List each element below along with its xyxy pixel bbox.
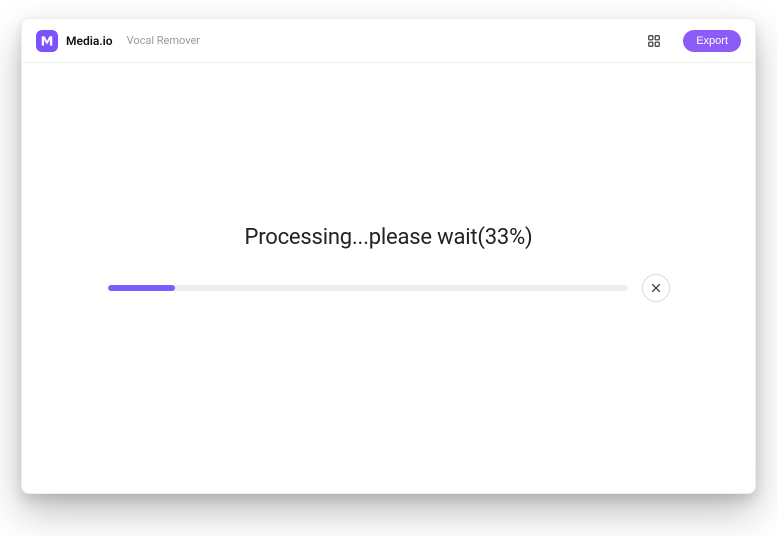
- page-subtitle: Vocal Remover: [127, 34, 200, 47]
- status-suffix: %): [509, 225, 532, 250]
- app-logo: [36, 30, 58, 52]
- status-prefix: Processing...please wait(: [245, 225, 485, 250]
- export-button[interactable]: Export: [683, 30, 741, 52]
- close-icon: [650, 282, 662, 294]
- progress-bar: [108, 285, 628, 291]
- progress-row: [108, 274, 670, 302]
- app-name: Media.io: [66, 34, 113, 48]
- main-area: Processing...please wait(33%): [22, 63, 755, 493]
- apps-grid-button[interactable]: [643, 30, 665, 52]
- progress-fill: [108, 285, 176, 291]
- status-percent: 33: [485, 225, 509, 250]
- grid-icon: [647, 34, 661, 48]
- app-window: Media.io Vocal Remover Export Processing…: [21, 18, 756, 494]
- processing-status: Processing...please wait(33%): [245, 225, 533, 250]
- cancel-button[interactable]: [642, 274, 670, 302]
- header-bar: Media.io Vocal Remover Export: [22, 19, 755, 63]
